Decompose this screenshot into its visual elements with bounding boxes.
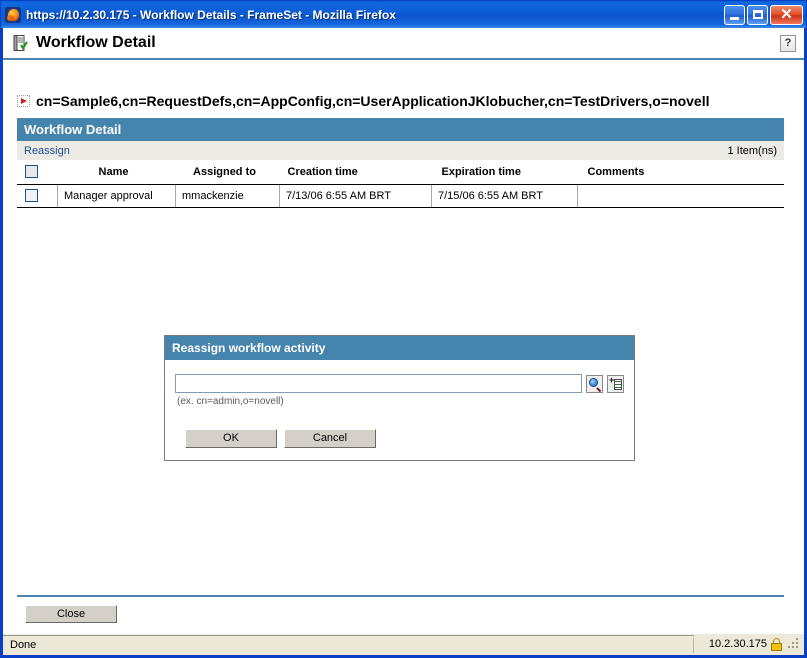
status-bar: Done 10.2.30.175	[3, 633, 804, 655]
footer-bar: Close	[3, 597, 804, 623]
expand-arrow-icon[interactable]	[17, 95, 30, 107]
reassign-workflow-dialog: Reassign workflow activity + (ex. cn=adm…	[164, 335, 635, 461]
cell-name: Manager approval	[57, 184, 176, 208]
reassign-link[interactable]: Reassign	[24, 145, 70, 157]
panel-title: Workflow Detail	[17, 118, 784, 141]
item-count-label: 1 Item(ns)	[727, 144, 777, 157]
close-icon: ✕	[780, 5, 793, 23]
dialog-buttons: OK Cancel	[175, 407, 624, 452]
firefox-icon	[5, 6, 21, 23]
cell-creation-time: 7/13/06 6:55 AM BRT	[279, 184, 432, 208]
reassign-dn-input[interactable]	[175, 374, 582, 393]
secure-lock-icon[interactable]	[771, 638, 782, 651]
object-selector-magnifier-icon[interactable]	[586, 374, 603, 393]
dialog-title: Reassign workflow activity	[165, 336, 634, 360]
window-title: https://10.2.30.175 - Workflow Details -…	[26, 7, 396, 22]
client-area: Workflow Detail ? cn=Sample6,cn=RequestD…	[3, 28, 804, 633]
select-all-checkbox[interactable]	[25, 165, 38, 178]
help-button[interactable]: ?	[780, 34, 796, 52]
page-body: cn=Sample6,cn=RequestDefs,cn=AppConfig,c…	[3, 60, 804, 633]
status-host: 10.2.30.175	[708, 638, 767, 650]
close-window-button[interactable]: ✕	[770, 4, 803, 25]
workflow-detail-icon	[13, 34, 29, 52]
column-header-creation-time: Creation time	[279, 160, 432, 185]
dn-format-hint: (ex. cn=admin,o=novell)	[177, 396, 284, 407]
page-title: Workflow Detail	[36, 34, 156, 51]
maximize-icon	[753, 9, 763, 19]
workflow-activities-table: Name Assigned to Creation time Expiratio…	[17, 160, 784, 208]
table-header-row: Name Assigned to Creation time Expiratio…	[17, 160, 784, 185]
dn-input-row: +	[175, 374, 624, 393]
row-select-cell	[17, 184, 58, 208]
distinguished-name: cn=Sample6,cn=RequestDefs,cn=AppConfig,c…	[36, 93, 710, 109]
column-header-select	[17, 160, 58, 185]
resize-grip[interactable]	[788, 638, 801, 651]
breadcrumb: cn=Sample6,cn=RequestDefs,cn=AppConfig,c…	[3, 60, 804, 112]
column-header-name: Name	[57, 160, 176, 185]
object-history-icon[interactable]: +	[607, 374, 624, 393]
close-button[interactable]: Close	[25, 605, 117, 623]
cell-assigned-to: mmackenzie	[175, 184, 280, 208]
minimize-icon	[730, 16, 739, 20]
status-message: Done	[3, 634, 694, 655]
window-controls: ✕	[724, 4, 804, 25]
maximize-button[interactable]	[747, 4, 768, 25]
column-header-assigned-to: Assigned to	[175, 160, 280, 185]
column-header-comments: Comments	[577, 160, 784, 185]
window-titlebar: https://10.2.30.175 - Workflow Details -…	[1, 1, 806, 28]
workflow-detail-panel: Workflow Detail Reassign 1 Item(ns) Name…	[17, 118, 784, 208]
cell-comments	[577, 184, 784, 208]
page-header: Workflow Detail ?	[3, 28, 804, 58]
cell-expiration-time: 7/15/06 6:55 AM BRT	[431, 184, 578, 208]
table-row: Manager approval mmackenzie 7/13/06 6:55…	[17, 184, 784, 208]
browser-window: https://10.2.30.175 - Workflow Details -…	[0, 0, 807, 658]
dialog-body: + (ex. cn=admin,o=novell) OK Cancel	[165, 360, 634, 460]
footer-area: Close	[3, 595, 804, 623]
column-header-expiration-time: Expiration time	[431, 160, 578, 185]
panel-toolbar: Reassign 1 Item(ns)	[17, 141, 784, 160]
status-security-zone: 10.2.30.175	[694, 635, 804, 655]
row-checkbox[interactable]	[25, 189, 38, 202]
cancel-button[interactable]: Cancel	[284, 429, 376, 448]
ok-button[interactable]: OK	[185, 429, 277, 448]
minimize-button[interactable]	[724, 4, 745, 25]
